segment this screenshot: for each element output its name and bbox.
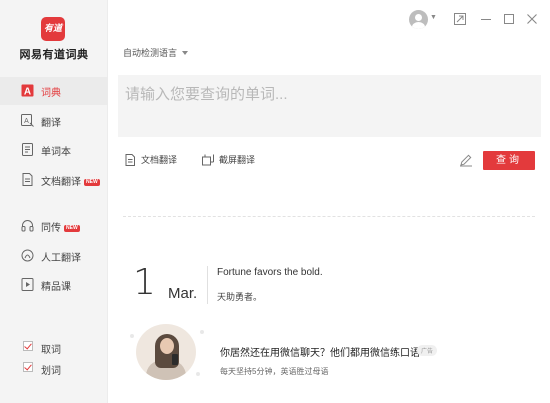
check-label: 划词 [41, 366, 61, 377]
app-name: 网易有道词典 [19, 49, 89, 61]
mini-mode-icon[interactable] [454, 13, 466, 25]
screenshot-translate-button[interactable]: 截屏翻译 [202, 152, 262, 168]
tool-label: 文档翻译 [141, 155, 178, 165]
dictionary-icon: A [21, 84, 34, 97]
daily-month: Mar. [168, 285, 198, 302]
close-icon[interactable] [526, 13, 538, 25]
caret-down-icon [182, 51, 189, 55]
divider [123, 216, 535, 217]
ad-title[interactable]: 你居然还在用微信聊天？他们都用微信练口语 [220, 344, 420, 359]
capture-word-toggle[interactable]: 取词 [0, 338, 108, 356]
sidebar-item-label: 翻译 [41, 118, 61, 129]
ad-thumbnail[interactable] [136, 324, 196, 380]
query-input[interactable] [118, 75, 541, 137]
decor-dot [196, 372, 200, 376]
language-select[interactable]: 自动检测语言 [123, 46, 189, 59]
sidebar-item-label: 词典 [41, 88, 61, 99]
sidebar-item-courses[interactable]: 精品课 [0, 271, 108, 299]
sidebar-item-label: 精品课 [41, 282, 71, 293]
svg-text:A: A [24, 118, 29, 125]
select-word-toggle[interactable]: 划词 [0, 359, 108, 377]
sidebar-item-wordbook[interactable]: 单词本 [0, 136, 108, 164]
daily-day: 1 [133, 262, 156, 303]
doc-translate-button[interactable]: 文档翻译 [124, 152, 184, 168]
checkbox-checked-icon[interactable] [23, 341, 33, 351]
sidebar-item-doc-translate[interactable]: 文档翻译 NEW [0, 166, 108, 194]
translate-icon: A [21, 114, 34, 127]
document-icon [125, 154, 135, 166]
decor-dot [130, 334, 134, 338]
sidebar-item-translate[interactable]: A 翻译 [0, 107, 108, 135]
person-image [160, 338, 174, 354]
human-translate-icon [21, 249, 34, 262]
wordbook-icon [22, 143, 33, 156]
sidebar-item-simultaneous[interactable]: 同传 NEW [0, 212, 108, 240]
document-icon [22, 173, 33, 186]
sidebar-item-label: 单词本 [41, 147, 71, 158]
app-logo: 有道 [41, 17, 65, 41]
tool-label: 截屏翻译 [219, 155, 256, 165]
sidebar-item-human-translate[interactable]: 人工翻译 [0, 242, 108, 270]
edit-icon[interactable] [459, 153, 473, 167]
checkbox-checked-icon[interactable] [23, 362, 33, 372]
svg-text:A: A [24, 87, 31, 98]
play-course-icon [21, 278, 34, 291]
sidebar: 有道 网易有道词典 A 词典 A 翻译 单词本 文档翻译 NEW 同传 NEW … [0, 0, 108, 403]
maximize-icon[interactable] [503, 13, 515, 25]
headphones-icon [21, 220, 34, 232]
chevron-down-icon[interactable]: ▼ [430, 14, 437, 21]
sidebar-item-label: 人工翻译 [41, 253, 81, 264]
sidebar-item-label: 文档翻译 NEW [41, 177, 100, 188]
search-button[interactable]: 查询 [483, 151, 535, 170]
ad-subtitle: 每天坚持5分钟，英语胜过母语 [220, 367, 329, 376]
new-badge: NEW [84, 179, 100, 186]
sidebar-item-dictionary[interactable]: A 词典 [0, 77, 108, 105]
new-badge: NEW [64, 225, 80, 232]
daily-quote-en[interactable]: Fortune favors the bold. [217, 267, 323, 278]
screenshot-icon [202, 154, 214, 166]
phone-image [172, 354, 178, 365]
ad-badge: 广告 [417, 345, 438, 356]
minimize-icon[interactable] [480, 13, 492, 25]
date-separator [207, 266, 208, 304]
sidebar-item-label: 同传 NEW [41, 223, 80, 234]
daily-quote-zh: 天助勇者。 [217, 292, 263, 302]
user-avatar-icon[interactable] [409, 10, 428, 29]
decor-dot [200, 330, 204, 334]
check-label: 取词 [41, 345, 61, 356]
